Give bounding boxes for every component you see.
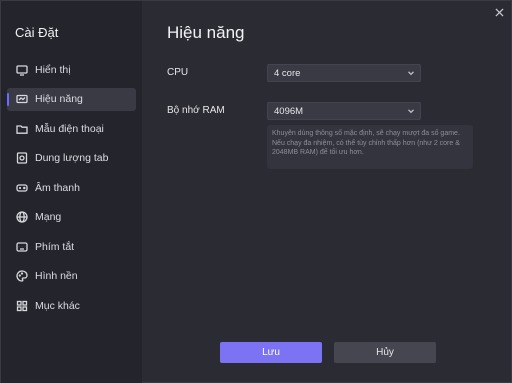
close-button[interactable] xyxy=(492,5,506,19)
sidebar-item-label: Hình nền xyxy=(35,270,78,282)
cpu-select-value: 4 core xyxy=(274,67,301,79)
sidebar: Cài Đặt Hiển thị Hiệu năng Mẫu điện thoạ… xyxy=(1,1,142,383)
main-panel: Hiệu năng CPU 4 core Bộ nhớ RAM 4096M Kh… xyxy=(142,1,511,382)
grid-icon xyxy=(16,300,28,312)
close-icon xyxy=(494,7,504,17)
sidebar-item-label: Mục khác xyxy=(35,299,80,312)
sidebar-item-label: Mẫu điện thoại xyxy=(35,122,104,135)
sidebar-item-display[interactable]: Hiển thị xyxy=(7,58,136,81)
sidebar-item-label: Hiển thị xyxy=(35,63,71,76)
folder-icon xyxy=(16,123,28,135)
save-button[interactable]: Lưu xyxy=(220,342,322,363)
cpu-label: CPU xyxy=(167,67,189,78)
ram-label: Bộ nhớ RAM xyxy=(167,105,225,116)
storage-icon xyxy=(16,152,28,164)
sidebar-item-label: Mạng xyxy=(35,211,62,223)
ram-select-value: 4096M xyxy=(274,105,304,117)
globe-icon xyxy=(16,211,28,223)
gamepad-icon xyxy=(16,182,28,194)
sidebar-item-tab-storage[interactable]: Dung lượng tab xyxy=(7,147,136,170)
settings-window: Cài Đặt Hiển thị Hiệu năng Mẫu điện thoạ… xyxy=(0,0,512,383)
hint-line-2: Nếu chạy đa nhiệm, có thể tùy chỉnh thấp… xyxy=(272,139,460,157)
hint-box: Khuyên dùng thông số mặc định, sẽ chạy m… xyxy=(267,125,473,169)
sidebar-nav: Hiển thị Hiệu năng Mẫu điện thoại Dung l… xyxy=(7,58,136,324)
sidebar-item-performance[interactable]: Hiệu năng xyxy=(7,87,136,111)
monitor-icon xyxy=(16,64,28,76)
hint-line-1: Khuyên dùng thông số mặc định, sẽ chạy m… xyxy=(272,130,460,137)
sidebar-item-label: Dung lượng tab xyxy=(35,152,109,164)
sidebar-item-sound[interactable]: Âm thanh xyxy=(7,176,136,199)
page-title: Hiệu năng xyxy=(167,23,245,42)
sidebar-item-label: Hiệu năng xyxy=(35,93,83,105)
sidebar-title: Cài Đặt xyxy=(15,25,59,40)
keyboard-icon xyxy=(16,241,28,253)
performance-icon xyxy=(16,93,28,105)
chevron-down-icon xyxy=(407,107,415,115)
palette-icon xyxy=(16,270,28,282)
cpu-select[interactable]: 4 core xyxy=(267,64,421,82)
sidebar-item-network[interactable]: Mạng xyxy=(7,206,136,229)
ram-select[interactable]: 4096M xyxy=(267,102,421,120)
sidebar-item-shortcuts[interactable]: Phím tắt xyxy=(7,235,136,258)
sidebar-item-label: Phím tắt xyxy=(35,240,75,253)
sidebar-item-other[interactable]: Mục khác xyxy=(7,294,136,317)
sidebar-item-phone-model[interactable]: Mẫu điện thoại xyxy=(7,117,136,140)
cancel-button[interactable]: Hủy xyxy=(334,342,436,363)
sidebar-item-label: Âm thanh xyxy=(35,181,80,194)
chevron-down-icon xyxy=(407,69,415,77)
sidebar-item-wallpaper[interactable]: Hình nền xyxy=(7,265,136,288)
